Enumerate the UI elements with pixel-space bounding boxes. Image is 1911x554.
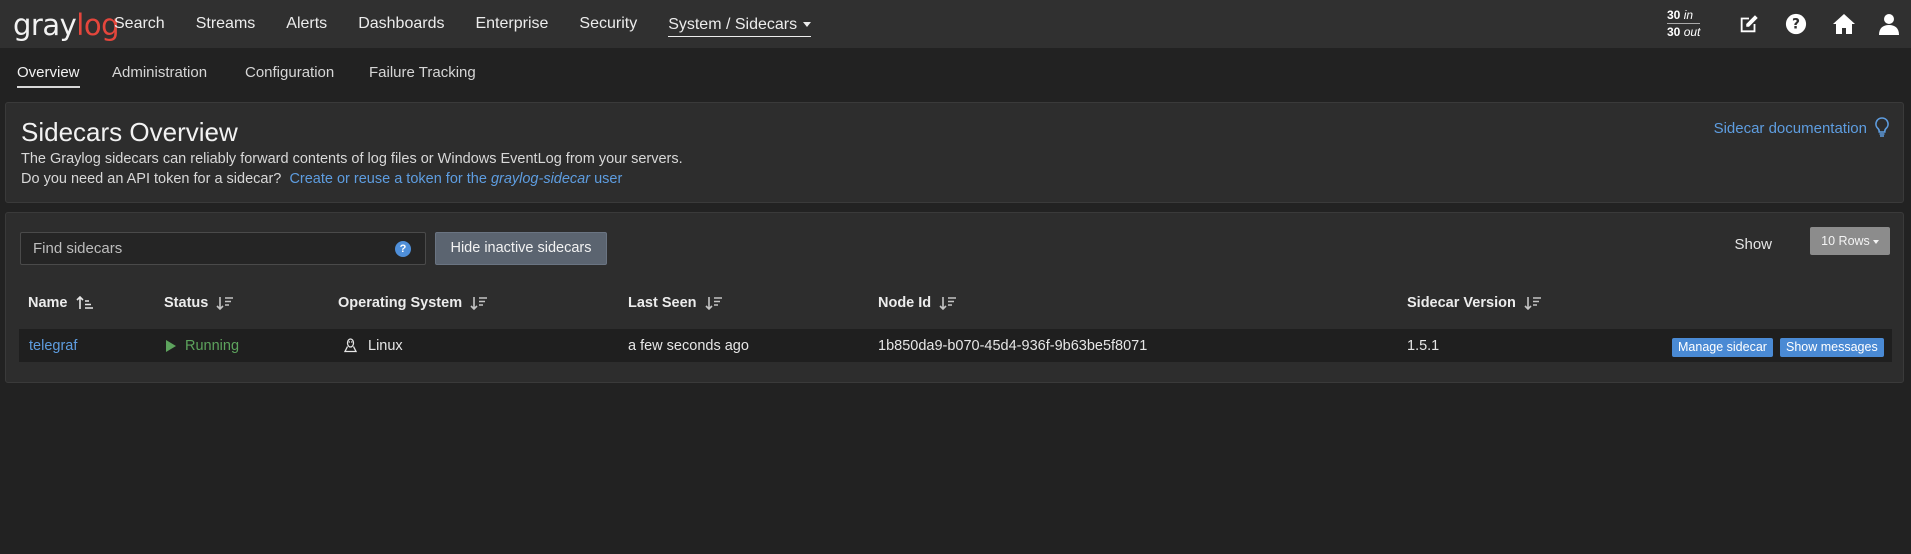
throughput-in-count: 30 — [1667, 8, 1681, 22]
main-nav: Search Streams Alerts Dashboards Enterpr… — [114, 0, 842, 48]
column-header-version[interactable]: Sidecar Version — [1407, 295, 1542, 311]
sort-icon — [1524, 297, 1541, 310]
nav-alerts[interactable]: Alerts — [286, 15, 327, 33]
tab-failure-tracking[interactable]: Failure Tracking — [369, 64, 476, 81]
user-icon[interactable] — [1876, 11, 1902, 37]
home-icon[interactable] — [1831, 11, 1857, 37]
throughput-in-label: in — [1683, 8, 1694, 22]
show-messages-button[interactable]: Show messages — [1780, 338, 1884, 357]
search-input[interactable] — [21, 233, 425, 264]
overview-panel: Sidecars Overview The Graylog sidecars c… — [5, 102, 1904, 203]
column-header-os[interactable]: Operating System — [338, 295, 488, 311]
help-icon[interactable]: ? — [1783, 11, 1809, 37]
top-navbar: graylog Search Streams Alerts Dashboards… — [0, 0, 1911, 48]
nav-search[interactable]: Search — [114, 15, 165, 33]
question-icon[interactable]: ? — [395, 241, 411, 257]
caret-down-icon — [1872, 239, 1879, 244]
hide-inactive-button[interactable]: Hide inactive sidecars — [435, 232, 607, 265]
nav-enterprise[interactable]: Enterprise — [475, 15, 548, 33]
column-header-name-label: Name — [28, 295, 68, 311]
nav-system-label: System / Sidecars — [668, 15, 798, 33]
page-size-dropdown[interactable]: 10 Rows — [1810, 227, 1890, 255]
linux-icon — [344, 338, 357, 353]
column-header-name[interactable]: Name — [28, 295, 94, 311]
sidecar-name-link[interactable]: telegraf — [29, 338, 77, 354]
sidecars-subnav: Overview Administration Configuration Fa… — [0, 48, 1911, 94]
column-header-last-seen[interactable]: Last Seen — [628, 295, 723, 311]
logo-text-gray: gray — [13, 8, 77, 42]
last-seen-cell: a few seconds ago — [628, 338, 749, 354]
overview-description: The Graylog sidecars can reliably forwar… — [21, 151, 683, 167]
throughput-out-count: 30 — [1667, 25, 1681, 39]
nav-system-dropdown[interactable]: System / Sidecars — [668, 15, 812, 37]
sort-icon — [216, 297, 234, 310]
svg-text:?: ? — [1792, 17, 1800, 33]
sort-ascending-icon — [75, 296, 93, 309]
os-cell: Linux — [344, 338, 403, 354]
page-title: Sidecars Overview — [21, 117, 238, 147]
search-box: ? — [20, 232, 426, 265]
throughput-indicator[interactable]: 30 in 30 out — [1667, 7, 1701, 40]
column-header-node-id[interactable]: Node Id — [878, 295, 957, 311]
column-header-status-label: Status — [164, 295, 209, 311]
page-size-label: 10 Rows — [1821, 234, 1870, 248]
play-icon — [166, 340, 176, 352]
sidecar-documentation-link[interactable]: Sidecar documentation — [1714, 120, 1867, 137]
token-line: Do you need an API token for a sidecar? … — [21, 171, 622, 187]
sort-icon — [939, 297, 957, 310]
column-header-os-label: Operating System — [338, 295, 463, 311]
sort-icon — [704, 297, 722, 310]
caret-down-icon — [803, 21, 812, 27]
column-header-node-id-label: Node Id — [878, 295, 932, 311]
token-link-user: graylog-sidecar — [490, 171, 591, 187]
version-cell: 1.5.1 — [1407, 338, 1440, 354]
token-question: Do you need an API token for a sidecar? — [21, 171, 282, 187]
manage-sidecar-button[interactable]: Manage sidecar — [1672, 338, 1773, 357]
tab-configuration[interactable]: Configuration — [245, 64, 334, 81]
tab-overview[interactable]: Overview — [17, 64, 80, 88]
lightbulb-icon — [1875, 117, 1889, 142]
graylog-logo[interactable]: graylog — [13, 8, 119, 42]
column-header-last-seen-label: Last Seen — [628, 295, 697, 311]
throughput-out-label: out — [1683, 25, 1701, 39]
status-text: Running — [185, 338, 240, 354]
sidecar-list-panel: ? Hide inactive sidecars Show 10 Rows Na… — [5, 212, 1904, 383]
column-header-status[interactable]: Status — [164, 295, 234, 311]
logo-text-log: log — [76, 8, 119, 42]
os-text: Linux — [368, 338, 403, 354]
table-row: telegraf Running Linux a few seconds ago… — [19, 329, 1892, 362]
nav-security[interactable]: Security — [579, 15, 637, 33]
column-header-version-label: Sidecar Version — [1407, 295, 1516, 311]
node-id-cell: 1b850da9-b070-45d4-936f-9b63be5f8071 — [878, 338, 1148, 354]
tab-administration[interactable]: Administration — [112, 64, 207, 81]
token-link[interactable]: Create or reuse a token for the graylog-… — [285, 171, 622, 187]
edit-icon[interactable] — [1736, 11, 1762, 37]
sort-icon — [470, 297, 488, 310]
nav-dashboards[interactable]: Dashboards — [358, 15, 444, 33]
nav-streams[interactable]: Streams — [196, 15, 256, 33]
show-label: Show — [1734, 236, 1772, 253]
token-link-prefix: Create or reuse a token for the — [289, 171, 491, 187]
token-link-suffix: user — [590, 171, 623, 187]
status-cell: Running — [165, 338, 239, 354]
